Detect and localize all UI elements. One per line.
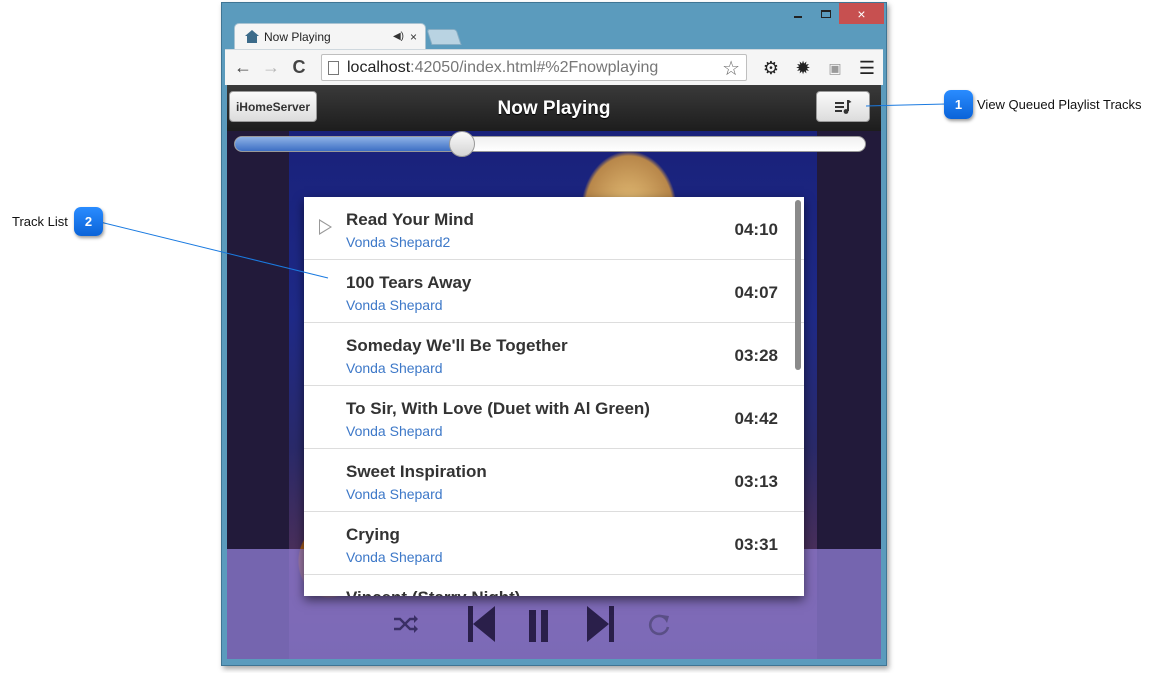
minimize-button[interactable]: [785, 3, 811, 24]
track-duration: 03:31: [734, 535, 778, 554]
track-duration: 04:07: [734, 283, 778, 302]
maximize-icon: [821, 9, 831, 18]
track-artist-link[interactable]: Vonda Shepard: [346, 549, 443, 565]
track-list-scrollbar[interactable]: [795, 200, 801, 370]
track-duration: 04:42: [734, 409, 778, 428]
app-page: iHomeServer Now Playing Read Your Mind V…: [227, 85, 881, 659]
speaker-icon: ◀): [392, 31, 404, 42]
track-row[interactable]: Crying Vonda Shepard 03:31: [304, 512, 804, 575]
seek-progress-fill: [235, 137, 462, 151]
new-tab-button[interactable]: [426, 29, 462, 45]
track-title: Someday We'll Be Together: [346, 336, 568, 355]
track-artist-link[interactable]: Vonda Shepard2: [346, 234, 450, 250]
browser-window: × Now Playing ◀) × ← → C localhost:42050…: [221, 2, 887, 666]
screenshot-stage: × Now Playing ◀) × ← → C localhost:42050…: [0, 0, 1160, 673]
bookmark-star-icon[interactable]: ☆: [722, 56, 740, 81]
queue-playlist-button[interactable]: [816, 91, 870, 122]
tab-title: Now Playing: [264, 29, 331, 44]
track-row[interactable]: Sweet Inspiration Vonda Shepard 03:13: [304, 449, 804, 512]
track-artist-link[interactable]: Vonda Shepard: [346, 297, 443, 313]
next-icon: [587, 606, 614, 642]
settings-gear-icon[interactable]: ✹: [787, 58, 819, 79]
now-playing-icon: [319, 219, 332, 235]
shuffle-icon: [394, 615, 418, 633]
callout-label-1: View Queued Playlist Tracks: [977, 97, 1142, 112]
track-list[interactable]: Read Your Mind Vonda Shepard2 04:10 100 Tea…: [304, 197, 804, 596]
tab-close-button[interactable]: ×: [410, 30, 417, 44]
track-row[interactable]: Vincent (Starry Night)Vonda Shepard: [304, 575, 804, 596]
seek-slider[interactable]: [234, 131, 866, 157]
track-title: Sweet Inspiration: [346, 462, 487, 481]
minimize-icon: [794, 15, 802, 18]
repeat-button[interactable]: [645, 611, 673, 639]
track-title: 100 Tears Away: [346, 273, 472, 292]
track-title: Vincent (Starry Night): [346, 588, 520, 596]
address-bar[interactable]: localhost:42050/index.html#%2Fnowplaying…: [321, 54, 747, 81]
next-button[interactable]: [583, 605, 617, 643]
seek-thumb[interactable]: [448, 131, 475, 157]
track-duration: 03:13: [734, 472, 778, 491]
reload-button[interactable]: C: [285, 57, 313, 78]
playlist-icon: [835, 99, 852, 114]
previous-icon: [468, 606, 495, 642]
android-icon[interactable]: ▣: [819, 60, 851, 77]
track-duration: 03:28: [734, 346, 778, 365]
repeat-icon: [648, 614, 670, 636]
shuffle-button[interactable]: [391, 611, 421, 637]
page-title: Now Playing: [497, 98, 611, 119]
callout-badge-1: 1: [944, 90, 973, 119]
app-header: iHomeServer Now Playing: [227, 85, 881, 131]
forward-button[interactable]: →: [257, 57, 285, 78]
track-row[interactable]: Read Your Mind Vonda Shepard2 04:10: [304, 197, 804, 260]
track-title: To Sir, With Love (Duet with Al Green): [346, 399, 650, 418]
home-favicon-icon: [245, 30, 259, 43]
menu-icon[interactable]: ☰: [851, 58, 883, 79]
track-title: Read Your Mind: [346, 210, 474, 229]
page-icon: [328, 60, 339, 75]
track-artist-link[interactable]: Vonda Shepard: [346, 423, 443, 439]
pause-icon: [529, 610, 548, 642]
extension-icon[interactable]: ⚙: [755, 58, 787, 79]
browser-toolbar: ← → C localhost:42050/index.html#%2Fnowp…: [225, 49, 883, 85]
callout-label-2: Track List: [12, 214, 68, 229]
track-row[interactable]: To Sir, With Love (Duet with Al Green) Vo…: [304, 386, 804, 449]
track-artist-link[interactable]: Vonda Shepard: [346, 360, 443, 376]
url-path: :42050/index.html#%2Fnowplaying: [410, 58, 659, 76]
maximize-button[interactable]: [813, 3, 839, 24]
track-artist-link[interactable]: Vonda Shepard: [346, 486, 443, 502]
back-button[interactable]: ←: [229, 57, 257, 78]
track-row[interactable]: 100 Tears Away Vonda Shepard 04:07: [304, 260, 804, 323]
browser-tab[interactable]: Now Playing ◀) ×: [234, 23, 426, 49]
track-row[interactable]: Someday We'll Be Together Vonda Shepard 03…: [304, 323, 804, 386]
pause-button[interactable]: [527, 609, 551, 643]
window-close-button[interactable]: ×: [839, 3, 884, 24]
previous-button[interactable]: [465, 605, 499, 643]
track-title: Crying: [346, 525, 400, 544]
callout-badge-2: 2: [74, 207, 103, 236]
track-duration: 04:10: [734, 220, 778, 239]
url-host: localhost: [347, 58, 411, 76]
